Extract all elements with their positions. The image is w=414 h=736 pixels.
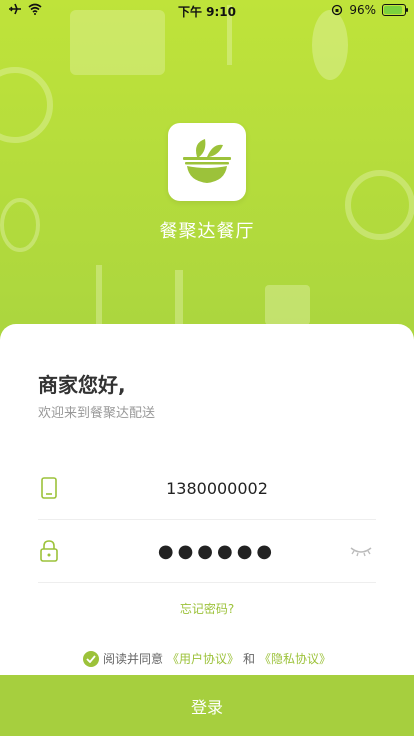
rotation-lock-icon [332,4,343,16]
phone-field [38,457,376,520]
forgot-password-link[interactable]: 忘记密码? [0,600,414,617]
password-field [38,520,376,583]
check-icon[interactable] [82,650,99,667]
welcome-subtitle: 欢迎来到餐聚达配送 [38,406,156,421]
user-agreement-link[interactable]: 《用户协议》 [167,650,239,667]
login-button[interactable]: 登录 [0,675,414,736]
status-right: 96% [331,3,408,17]
phone-icon [38,477,60,499]
app-logo [168,123,246,201]
greeting-heading: 商家您好, [38,373,126,397]
phone-input[interactable] [98,457,336,519]
agreement-row: 阅读并同意 《用户协议》 和 《隐私协议》 [0,650,414,667]
battery-icon [382,4,408,16]
battery-cap [406,8,408,12]
app-title: 餐聚达餐厅 [159,221,255,242]
password-input[interactable] [98,520,336,582]
battery-percent: 96% [349,3,376,17]
login-panel: 商家您好, 欢迎来到餐聚达配送 忘记密码? 阅读并同意 《用户协议》 和 《隐私… [0,324,414,736]
battery-fill [384,6,402,14]
agree-prefix: 阅读并同意 [102,652,163,666]
status-bar: 下午 9:10 96% [0,0,414,22]
privacy-agreement-link[interactable]: 《隐私协议》 [259,650,331,667]
lock-icon [38,540,60,562]
agree-and: 和 [243,652,256,666]
eye-closed-icon[interactable] [350,542,372,561]
salad-bowl-icon [183,139,231,183]
